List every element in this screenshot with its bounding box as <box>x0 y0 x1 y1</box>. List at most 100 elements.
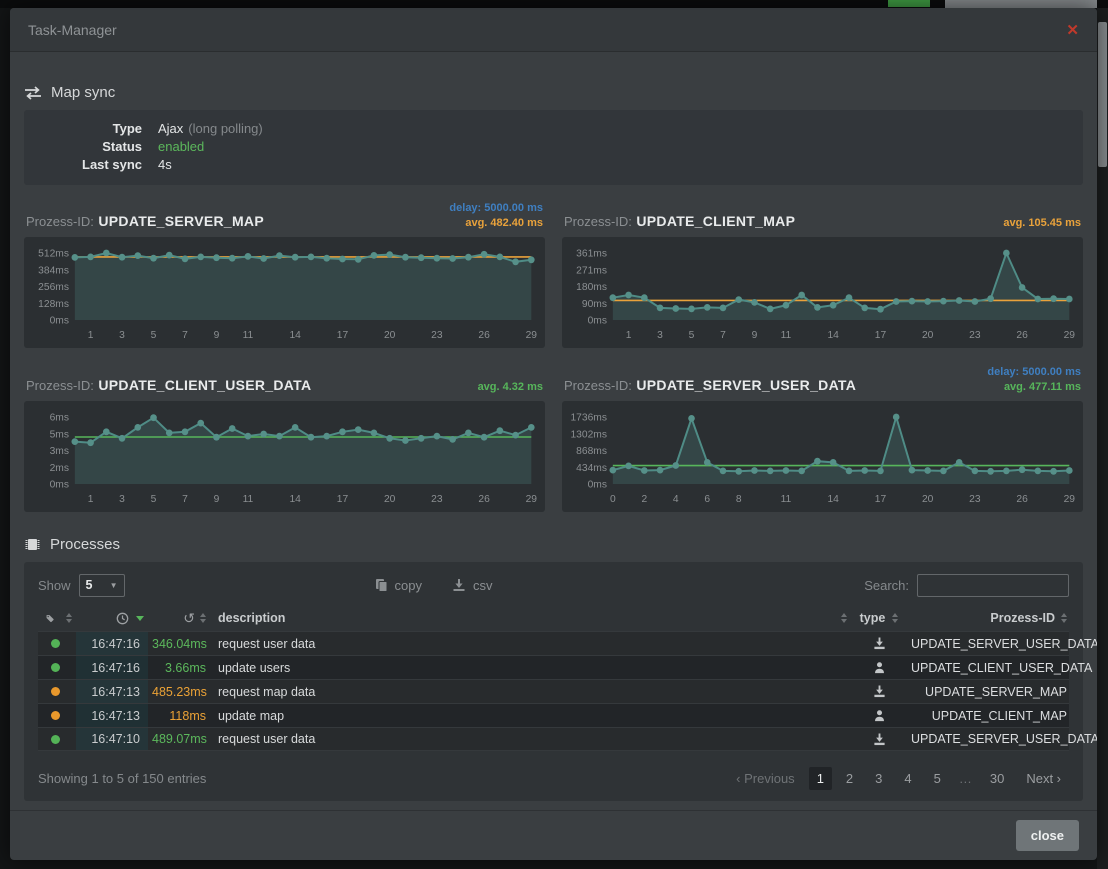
svg-text:128ms: 128ms <box>38 299 69 310</box>
svg-text:3ms: 3ms <box>50 446 69 457</box>
pagination-page-30[interactable]: 30 <box>982 767 1012 790</box>
row-prozess-id: UPDATE_SERVER_USER_DATA <box>911 732 1069 746</box>
user-icon <box>873 661 886 674</box>
line-chart: 0ms128ms256ms384ms512ms13579111417202326… <box>24 237 545 348</box>
sort-icon <box>1061 613 1067 623</box>
svg-text:384ms: 384ms <box>38 265 69 276</box>
row-prozess-id: UPDATE_CLIENT_MAP <box>911 709 1069 723</box>
sort-icon <box>841 613 847 623</box>
svg-text:0ms: 0ms <box>588 479 607 490</box>
table-row[interactable]: 16:47:13485.23msrequest map dataUPDATE_S… <box>38 679 1069 703</box>
table-header-row: ↺ description type Prozess-ID <box>38 605 1069 631</box>
row-duration: 346.04ms <box>152 637 208 651</box>
svg-text:14: 14 <box>827 494 839 505</box>
row-time: 16:47:10 <box>76 728 148 750</box>
svg-text:90ms: 90ms <box>582 299 607 310</box>
show-label: Show <box>38 578 71 593</box>
pagination-page-3[interactable]: 3 <box>867 767 890 790</box>
column-status[interactable] <box>38 612 72 625</box>
svg-text:26: 26 <box>478 494 490 505</box>
svg-text:11: 11 <box>781 330 792 341</box>
svg-text:7: 7 <box>182 494 188 505</box>
csv-button[interactable]: csv <box>452 578 493 593</box>
row-time: 16:47:13 <box>76 680 148 703</box>
pagination-page-4[interactable]: 4 <box>896 767 919 790</box>
svg-text:11: 11 <box>781 494 792 505</box>
table-row[interactable]: 16:47:16346.04msrequest user dataUPDATE_… <box>38 631 1069 655</box>
row-type <box>851 685 907 698</box>
column-type[interactable]: type <box>851 611 907 625</box>
background-topbar <box>0 0 1108 8</box>
column-time[interactable] <box>76 612 148 625</box>
svg-text:0ms: 0ms <box>588 315 607 326</box>
svg-text:6ms: 6ms <box>50 412 69 423</box>
table-row[interactable]: 16:47:163.66msupdate usersUPDATE_CLIENT_… <box>38 655 1069 679</box>
clock-icon <box>116 612 129 625</box>
row-time: 16:47:16 <box>76 656 148 679</box>
row-duration: 3.66ms <box>152 661 208 675</box>
download-icon <box>873 685 886 698</box>
last-sync-value: 4s <box>158 156 172 174</box>
row-type <box>851 637 907 650</box>
scrollbar-thumb[interactable] <box>1098 22 1107 167</box>
search-input[interactable] <box>917 574 1069 597</box>
svg-text:6: 6 <box>704 494 710 505</box>
chart-update-server-user-data: Prozess-ID: UPDATE_SERVER_USER_DATA dela… <box>562 362 1083 512</box>
svg-text:20: 20 <box>384 494 396 505</box>
svg-text:23: 23 <box>431 330 443 341</box>
page-scrollbar[interactable] <box>1097 8 1108 869</box>
svg-text:5ms: 5ms <box>50 429 69 440</box>
close-icon[interactable]: ✕ <box>1066 21 1079 39</box>
svg-text:23: 23 <box>969 494 981 505</box>
processes-heading-label: Processes <box>50 536 120 553</box>
status-dot <box>38 663 72 672</box>
svg-text:0ms: 0ms <box>50 315 69 326</box>
svg-text:26: 26 <box>1016 330 1028 341</box>
pagination-previous[interactable]: ‹ Previous <box>728 767 803 790</box>
svg-text:9: 9 <box>214 494 220 505</box>
page-length-select[interactable]: 5 ▼ <box>79 574 125 597</box>
close-button[interactable]: close <box>1016 820 1079 851</box>
svg-text:23: 23 <box>431 494 443 505</box>
status-dot <box>38 711 72 720</box>
chart-update-client-map: Prozess-ID: UPDATE_CLIENT_MAP avg. 105.4… <box>562 198 1083 348</box>
line-chart: 0ms434ms868ms1302ms1736ms024681114172023… <box>562 401 1083 512</box>
row-type <box>851 733 907 746</box>
tag-icon <box>46 612 54 625</box>
svg-text:0: 0 <box>610 494 616 505</box>
map-sync-lastsync-row: Last sync 4s <box>24 156 1083 174</box>
row-prozess-id: UPDATE_SERVER_USER_DATA <box>911 637 1069 651</box>
row-description: update users <box>212 661 847 675</box>
svg-text:180ms: 180ms <box>576 282 607 293</box>
chart-delay-stat: delay: 5000.00 ms <box>987 365 1081 380</box>
svg-text:29: 29 <box>526 330 538 341</box>
table-footer: Showing 1 to 5 of 150 entries ‹ Previous… <box>38 763 1069 793</box>
row-description: request user data <box>212 732 847 746</box>
table-row[interactable]: 16:47:13118msupdate mapUPDATE_CLIENT_MAP <box>38 703 1069 727</box>
sync-arrows-icon <box>24 86 42 100</box>
svg-text:11: 11 <box>243 494 254 505</box>
chart-avg-stat: avg. 482.40 ms <box>449 216 543 231</box>
svg-text:26: 26 <box>478 330 490 341</box>
row-duration: 118ms <box>152 709 208 723</box>
type-label: Type <box>24 120 142 138</box>
pagination-page-2[interactable]: 2 <box>838 767 861 790</box>
pagination-page-1[interactable]: 1 <box>809 767 832 790</box>
svg-text:2: 2 <box>641 494 647 505</box>
column-duration[interactable]: ↺ <box>152 611 208 625</box>
last-sync-label: Last sync <box>24 156 142 174</box>
table-row[interactable]: 16:47:10489.07msrequest user dataUPDATE_… <box>38 727 1069 751</box>
type-note: (long polling) <box>188 120 262 138</box>
pagination: ‹ Previous12345…30Next › <box>728 767 1069 790</box>
svg-text:512ms: 512ms <box>38 248 69 259</box>
pagination-next[interactable]: Next › <box>1018 767 1069 790</box>
column-description[interactable]: description <box>212 611 847 625</box>
modal-footer: close <box>10 810 1097 860</box>
chart-title: Prozess-ID: UPDATE_CLIENT_USER_DATA <box>26 377 311 395</box>
svg-text:868ms: 868ms <box>576 446 607 457</box>
background-gray-accent <box>945 0 1097 8</box>
copy-button[interactable]: copy <box>375 578 422 593</box>
pagination-page-5[interactable]: 5 <box>926 767 949 790</box>
column-prozess-id[interactable]: Prozess-ID <box>911 611 1069 625</box>
processes-table-panel: Show 5 ▼ copy <box>24 562 1083 801</box>
